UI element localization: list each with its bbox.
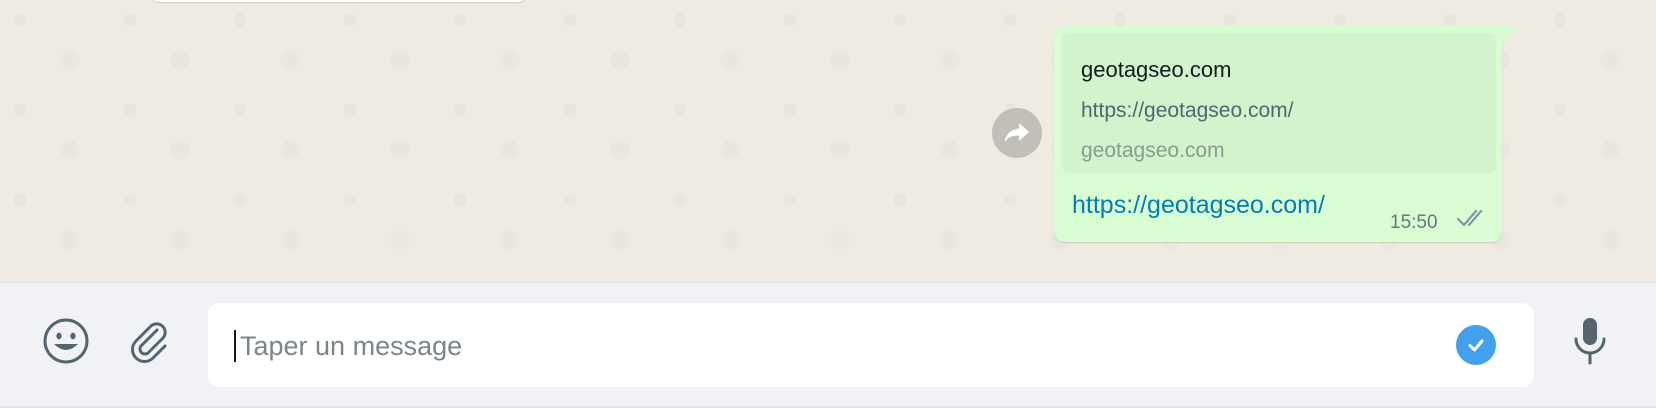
microphone-icon [1574, 318, 1606, 365]
check-circle-icon[interactable] [1456, 325, 1496, 365]
emoji-button[interactable] [38, 313, 94, 369]
previous-message-bubble[interactable] [150, 0, 528, 2]
paperclip-icon [131, 322, 167, 363]
voice-message-button[interactable] [1562, 313, 1618, 369]
message-timestamp: 15:50 [1390, 212, 1438, 233]
link-preview-title: geotagseo.com [1081, 57, 1232, 82]
message-composer-bar [0, 282, 1656, 408]
link-preview-domain: geotagseo.com [1081, 139, 1225, 162]
chat-area: geotagseo.com https://geotagseo.com/ geo… [0, 0, 1656, 282]
outgoing-message-bubble[interactable]: geotagseo.com https://geotagseo.com/ geo… [1054, 26, 1502, 242]
attach-button[interactable] [122, 313, 178, 369]
link-preview-card[interactable]: geotagseo.com https://geotagseo.com/ geo… [1062, 33, 1496, 173]
forward-icon [1004, 123, 1029, 143]
forward-button[interactable] [992, 108, 1042, 158]
smiley-icon [43, 318, 89, 364]
link-preview-description: https://geotagseo.com/ [1081, 99, 1294, 122]
double-check-icon [1456, 209, 1483, 227]
text-caret [234, 330, 236, 362]
checkmark-icon [1468, 339, 1484, 352]
message-input[interactable] [240, 325, 1440, 367]
message-input-box[interactable] [208, 303, 1534, 387]
message-link[interactable]: https://geotagseo.com/ [1072, 191, 1325, 220]
